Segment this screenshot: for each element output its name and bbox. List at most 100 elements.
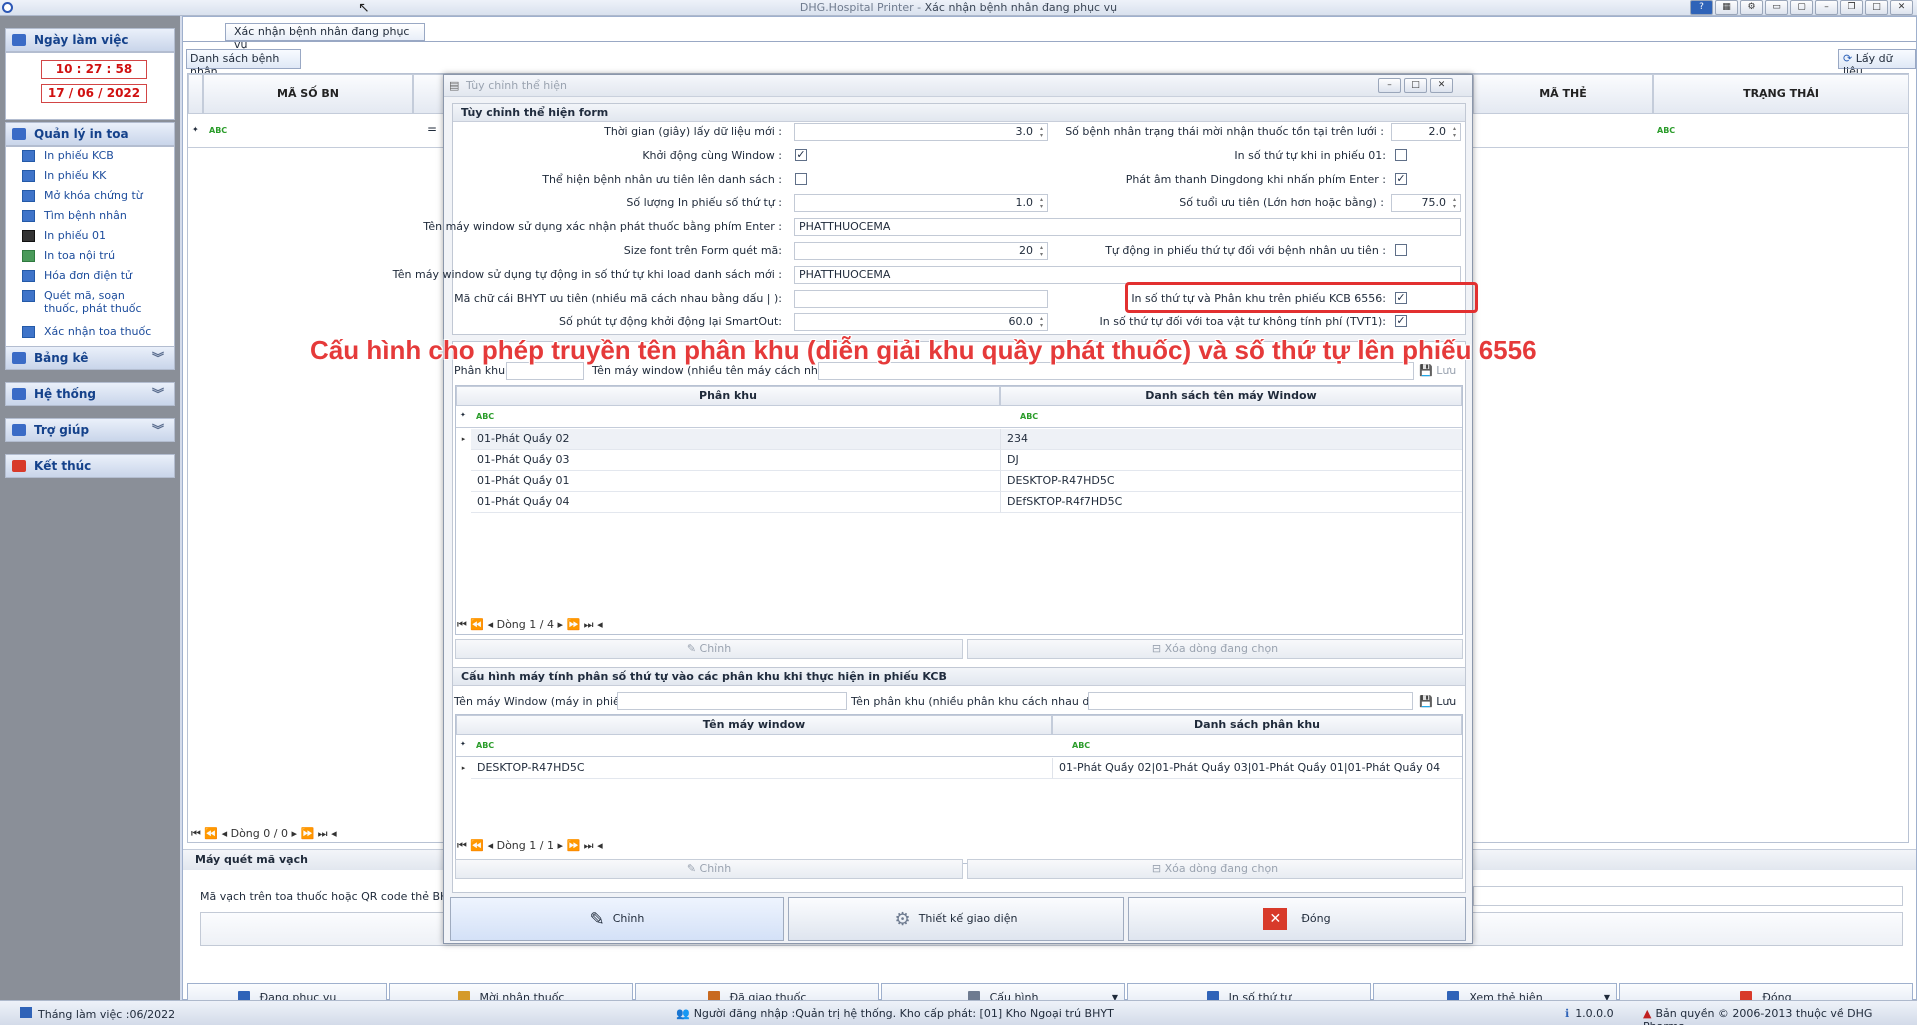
tab-confirm-patient[interactable]: Xác nhận bệnh nhân đang phục vụ xyxy=(225,23,425,51)
left-field-checkbox[interactable] xyxy=(795,173,807,185)
maximize-button[interactable]: □ xyxy=(1865,0,1888,15)
left-field-input[interactable]: PHATTHUOCEMA xyxy=(794,218,1461,236)
help-header[interactable]: Trợ giúp ︾ xyxy=(5,418,175,442)
spinner-icon[interactable]: ▴ ▾ xyxy=(1037,196,1046,210)
right-field-value: 75.0 xyxy=(1421,196,1447,209)
right-field-checkbox[interactable] xyxy=(1395,244,1407,256)
kcb-edit-button[interactable]: ✎ Chỉnh xyxy=(455,859,963,879)
machine-list-cell[interactable]: DEfSKTOP-R4f7HD5C xyxy=(1000,492,1462,513)
col-machine-list[interactable]: Danh sách tên máy Window xyxy=(1000,386,1462,406)
machine-list-cell[interactable]: DESKTOP-R47HD5C xyxy=(1000,471,1462,492)
layout-icon[interactable]: ▦ xyxy=(1715,0,1738,15)
kcb-zone-input[interactable] xyxy=(1088,692,1413,710)
right-field-number[interactable]: 75.0 ▴ ▾ xyxy=(1391,194,1461,212)
dialog-close-label: Đóng xyxy=(1301,912,1331,925)
zone-cell[interactable]: 01-Phát Quầy 04 xyxy=(471,492,1000,513)
machine-window-cell[interactable]: DESKTOP-R47HD5C xyxy=(471,758,1052,779)
row-indicator-icon xyxy=(456,492,471,513)
window-icon[interactable]: ▢ xyxy=(1790,0,1813,15)
gear-icon: ⚙ xyxy=(894,909,911,930)
close-button[interactable]: ✕ xyxy=(1890,0,1913,15)
right-field-checkbox[interactable] xyxy=(1395,149,1407,161)
col-zone[interactable]: Phân khu xyxy=(456,386,1000,406)
prescription-header[interactable]: Quản lý in toa xyxy=(5,122,175,146)
kcb-machine-input[interactable] xyxy=(617,692,847,710)
refresh-button[interactable]: ⟳ Lấy dữ liệu xyxy=(1838,49,1916,78)
kcb-save-button[interactable]: 💾 Lưu xyxy=(1419,695,1456,708)
dialog-minimize-button[interactable]: – xyxy=(1378,78,1401,93)
spinner-icon[interactable]: ▴ ▾ xyxy=(1037,125,1046,139)
barcode-input[interactable] xyxy=(1473,886,1903,906)
zone-cell[interactable]: 01-Phát Quầy 02 xyxy=(471,429,1000,450)
left-field-number[interactable]: 1.0 ▴ ▾ xyxy=(794,194,1048,212)
work-day-header[interactable]: Ngày làm việc xyxy=(5,28,175,52)
nav-in-phieu-kk[interactable]: In phiếu KK xyxy=(22,169,172,182)
kcb-delete-button[interactable]: ⊟ Xóa dòng đang chọn xyxy=(967,859,1463,879)
version-text: 1.0.0.0 xyxy=(1575,1007,1614,1020)
window-title-text: Xác nhận bệnh nhân đang phục vụ xyxy=(924,1,1118,14)
design-button[interactable]: ⚙ Thiết kế giao diện xyxy=(788,897,1124,941)
left-field-value: 20 xyxy=(1019,244,1033,257)
nav-scan-dispense[interactable]: Quét mã, soạn thuốc, phát thuốc xyxy=(22,289,152,315)
dialog-icon: ▤ xyxy=(449,79,460,92)
left-field-number[interactable]: 20 ▴ ▾ xyxy=(794,242,1048,260)
zone-pager[interactable]: ⏮ ⏪ ◂ Dòng 1 / 4 ▸ ⏩ ⏭ ◂ xyxy=(457,618,603,632)
machine-list-cell[interactable]: DJ xyxy=(1000,450,1462,471)
nav-inpatient-prescription[interactable]: In toa nội trú xyxy=(22,249,172,262)
col-card-id[interactable]: MÃ THẺ xyxy=(1473,74,1653,114)
col-zone-list[interactable]: Danh sách phân khu xyxy=(1052,715,1462,735)
dock-icon[interactable]: ▭ xyxy=(1765,0,1788,15)
nav-e-invoice[interactable]: Hóa đơn điện tử xyxy=(22,269,172,282)
right-field-label: In số thứ tự đối với toa vật tư không tí… xyxy=(1099,315,1386,328)
right-field-checkbox[interactable]: ✓ xyxy=(1395,315,1407,327)
col-status[interactable]: TRẠNG THÁI xyxy=(1653,74,1909,114)
dialog-edit-button[interactable]: ✎ Chỉnh xyxy=(450,897,784,941)
report-header[interactable]: Bảng kê ︾ xyxy=(5,346,175,370)
nav-label: In phiếu KK xyxy=(44,169,107,182)
main-pager[interactable]: ⏮ ⏪ ◂ Dòng 0 / 0 ▸ ⏩ ⏭ ◂ xyxy=(191,827,337,841)
left-field-number[interactable]: 60.0 ▴ ▾ xyxy=(794,313,1048,331)
help-icon[interactable]: ? xyxy=(1690,0,1713,15)
zone-list-cell[interactable]: 01-Phát Quầy 02|01-Phát Quầy 03|01-Phát … xyxy=(1052,758,1462,779)
left-field-checkbox[interactable]: ✓ xyxy=(795,149,807,161)
nav-confirm-prescription[interactable]: Xác nhận toa thuốc xyxy=(22,325,172,338)
col-patient-id[interactable]: MÃ SỐ BN xyxy=(203,74,413,114)
row-indicator-icon xyxy=(456,471,471,492)
exit-header[interactable]: Kết thúc xyxy=(5,454,175,478)
right-field-number[interactable]: 2.0 ▴ ▾ xyxy=(1391,123,1461,141)
zone-filter-row[interactable]: ✦ ABC ABC xyxy=(456,406,1462,428)
restore-button[interactable]: ❐ xyxy=(1840,0,1863,15)
zone-cell[interactable]: 01-Phát Quầy 03 xyxy=(471,450,1000,471)
dialog-maximize-button[interactable]: □ xyxy=(1404,78,1427,93)
machine-list-cell[interactable]: 234 xyxy=(1000,429,1462,450)
kcb-filter-row[interactable]: ✦ ABC ABC xyxy=(456,735,1462,757)
left-field-input[interactable] xyxy=(794,290,1048,308)
col-machine-window[interactable]: Tên máy window xyxy=(456,715,1052,735)
filter-pin-icon: ✦ xyxy=(192,125,199,134)
kcb-save-label: Lưu xyxy=(1436,695,1457,708)
spinner-icon[interactable]: ▴ ▾ xyxy=(1450,196,1459,210)
invoice-icon xyxy=(22,270,35,282)
title-bar: DHG.Hospital Printer - Xác nhận bệnh nhâ… xyxy=(0,0,1917,16)
kcb-pager[interactable]: ⏮ ⏪ ◂ Dòng 1 / 1 ▸ ⏩ ⏭ ◂ xyxy=(457,839,603,853)
nav-in-phieu-kcb[interactable]: In phiếu KCB xyxy=(22,149,172,162)
nav-in-phieu-01[interactable]: In phiếu 01 xyxy=(22,229,172,242)
left-field-number[interactable]: 3.0 ▴ ▾ xyxy=(794,123,1048,141)
nav-label: Mở khóa chứng từ xyxy=(44,189,143,202)
settings-icon[interactable]: ⚙ xyxy=(1740,0,1763,15)
subtab-patient-list[interactable]: Danh sách bệnh nhân xyxy=(186,49,301,78)
right-field-checkbox[interactable]: ✓ xyxy=(1395,173,1407,185)
spinner-icon[interactable]: ▴ ▾ xyxy=(1037,315,1046,329)
zone-cell[interactable]: 01-Phát Quầy 01 xyxy=(471,471,1000,492)
dialog-close-button[interactable]: ✕ xyxy=(1430,78,1453,93)
check-document-icon xyxy=(22,326,35,338)
nav-unlock-document[interactable]: Mở khóa chứng từ xyxy=(22,189,172,202)
dialog-close-big-button[interactable]: ✕ Đóng xyxy=(1128,897,1466,941)
spinner-icon[interactable]: ▴ ▾ xyxy=(1037,244,1046,258)
nav-find-patient[interactable]: Tìm bệnh nhân xyxy=(22,209,172,222)
system-header[interactable]: Hệ thống ︾ xyxy=(5,382,175,406)
minimize-button[interactable]: – xyxy=(1815,0,1838,15)
spinner-icon[interactable]: ▴ ▾ xyxy=(1450,125,1459,139)
zone-delete-button[interactable]: ⊟ Xóa dòng đang chọn xyxy=(967,639,1463,659)
zone-edit-button[interactable]: ✎ Chỉnh xyxy=(455,639,963,659)
